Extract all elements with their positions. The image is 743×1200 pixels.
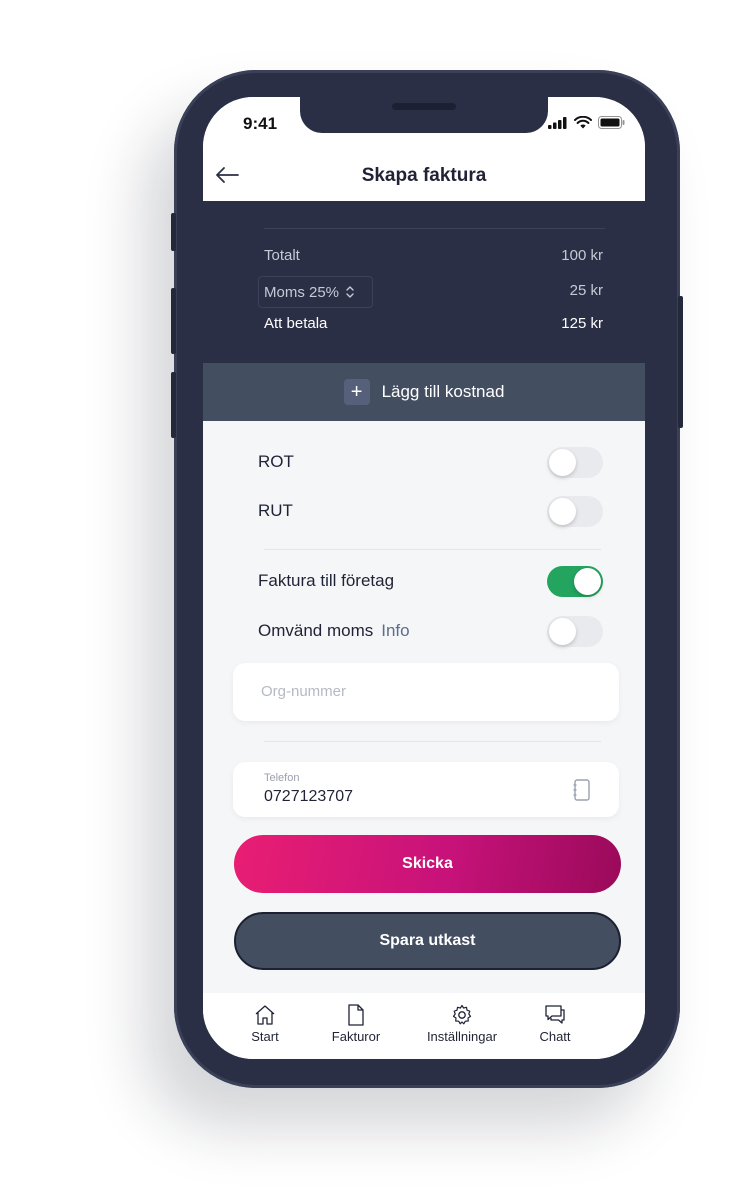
volume-down-button [171,372,176,438]
send-button[interactable]: Skicka [234,835,621,893]
volume-up-button [171,288,176,354]
save-draft-button[interactable]: Spara utkast [234,912,621,970]
section-divider [264,549,601,550]
phone-field[interactable]: Telefon 0727123707 [233,762,619,817]
org-number-field[interactable]: Org-nummer [233,663,619,721]
org-number-placeholder: Org-nummer [261,683,347,700]
vat-value: 25 kr [569,282,603,299]
status-icons [548,116,625,129]
reverse-vat-label: Omvänd moms [258,621,374,640]
rut-label: RUT [258,501,293,520]
rot-toggle[interactable] [547,446,603,478]
battery-icon [598,116,625,129]
status-time: 9:41 [243,114,278,133]
tab-invoices[interactable]: Fakturor [301,1003,411,1044]
home-icon [255,1005,275,1025]
company-invoice-row: Faktura till företag [258,565,603,597]
pay-label: Att betala [264,315,328,332]
tab-bar: Start Fakturor Inställningar Chatt [203,993,645,1059]
notch [300,97,548,133]
pay-row: Att betala 125 kr [264,315,603,332]
contact-book-icon[interactable] [573,779,591,801]
reverse-vat-label-group: Omvänd moms Info [258,621,410,641]
total-label: Totalt [264,247,300,264]
gear-icon [452,1004,472,1025]
tab-chat-label: Chatt [539,1029,571,1044]
summary-divider [264,228,605,229]
chat-icon [545,1005,565,1024]
total-row: Totalt 100 kr [264,247,603,264]
tab-start-label: Start [251,1029,279,1044]
company-invoice-label: Faktura till företag [258,571,395,590]
vat-select[interactable]: Moms 25% [258,276,373,308]
rot-label: ROT [258,452,294,471]
plus-icon: + [343,379,370,405]
add-cost-button[interactable]: + Lägg till kostnad [203,363,645,421]
speaker [392,103,456,110]
phone-field-label: Telefon [264,772,300,784]
tab-invoices-label: Fakturor [331,1029,381,1044]
chevron-updown-icon [346,286,354,298]
rut-toggle[interactable] [547,495,603,527]
wifi-icon [574,116,592,129]
invoice-summary: Totalt 100 kr Moms 25% 25 kr Att betala … [203,201,645,363]
add-cost-label: Lägg till kostnad [381,382,505,401]
tab-settings-label: Inställningar [426,1029,498,1044]
reverse-vat-info-link[interactable]: Info [381,621,409,640]
phone-field-value: 0727123707 [264,788,353,805]
page-title: Skapa faktura [361,165,487,186]
company-invoice-toggle[interactable] [547,565,603,597]
power-button [678,296,683,428]
nav-bar: Skapa faktura [203,153,645,201]
reverse-vat-row: Omvänd moms Info [258,615,603,647]
total-value: 100 kr [561,247,603,264]
mute-switch [171,213,176,251]
vat-row: 25 kr [543,282,603,299]
signal-icon [548,116,567,129]
phone-screen: 9:41 Skapa faktura Totalt 100 kr Moms 25… [203,97,645,1059]
rot-row: ROT [258,446,603,478]
reverse-vat-toggle[interactable] [547,615,603,647]
vat-select-label: Moms 25% [264,283,340,301]
tab-chat[interactable]: Chatt [500,1003,610,1044]
rut-row: RUT [258,495,603,527]
pay-value: 125 kr [561,315,603,332]
fields-divider [264,741,601,742]
document-icon [348,1004,364,1026]
